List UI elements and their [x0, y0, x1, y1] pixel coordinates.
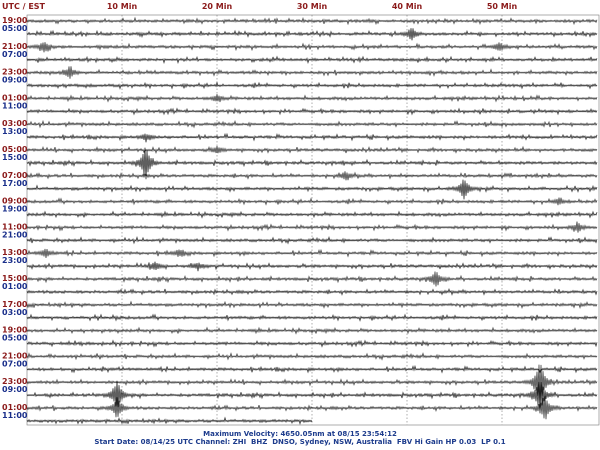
seismic-trace [26, 210, 598, 219]
est-time-label: 07:00 [2, 359, 28, 368]
est-time-label: 23:00 [2, 256, 28, 265]
minute-label: 10 Min [107, 2, 138, 11]
est-time-label: 11:00 [2, 101, 28, 110]
time-labels: 19:00 05:00 21:00 07:00 23:00 09:00 01:00 11:00… [2, 16, 28, 420]
minute-label: 20 Min [202, 2, 233, 11]
est-time-label: 01:00 [2, 282, 28, 291]
seismic-trace [26, 416, 313, 426]
est-time-label: 03:00 [2, 308, 28, 317]
minute-label: 30 Min [297, 2, 328, 11]
minute-labels: 10 Min 20 Min 30 Min 40 Min 50 Min [107, 2, 518, 11]
seismic-trace [26, 236, 598, 245]
max-velocity-text: Maximum Velocity: 4650.05nm at 08/15 23:… [203, 430, 397, 438]
seismic-trace [26, 81, 598, 90]
est-time-label: 13:00 [2, 127, 28, 136]
corner-label: UTC / EST [2, 2, 46, 11]
est-time-label: 07:00 [2, 50, 28, 59]
est-time-label: 19:00 [2, 205, 28, 214]
seismic-trace [26, 261, 598, 272]
seismic-trace [26, 94, 598, 103]
start-date-channel-text: Start Date: 08/14/25 UTC Channel: ZHI BH… [94, 438, 506, 446]
est-time-label: 21:00 [2, 230, 28, 239]
plot-border [26, 14, 600, 426]
seismic-trace [26, 271, 598, 287]
seismic-trace [26, 179, 598, 200]
est-time-label: 05:00 [2, 24, 28, 33]
minute-label: 50 Min [487, 2, 518, 11]
seismic-trace [26, 107, 598, 116]
est-time-label: 15:00 [2, 153, 28, 162]
minute-label: 40 Min [392, 2, 423, 11]
seismic-trace [26, 221, 598, 233]
helicorder-plot: UTC / EST 10 Min 20 Min 30 Min 40 Min 50 Min… [2, 2, 600, 426]
est-time-label: 09:00 [2, 385, 28, 394]
est-time-label: 05:00 [2, 334, 28, 343]
est-time-label: 09:00 [2, 76, 28, 85]
est-time-label: 11:00 [2, 411, 28, 420]
minute-gridlines [121, 15, 503, 425]
est-time-label: 17:00 [2, 179, 28, 188]
